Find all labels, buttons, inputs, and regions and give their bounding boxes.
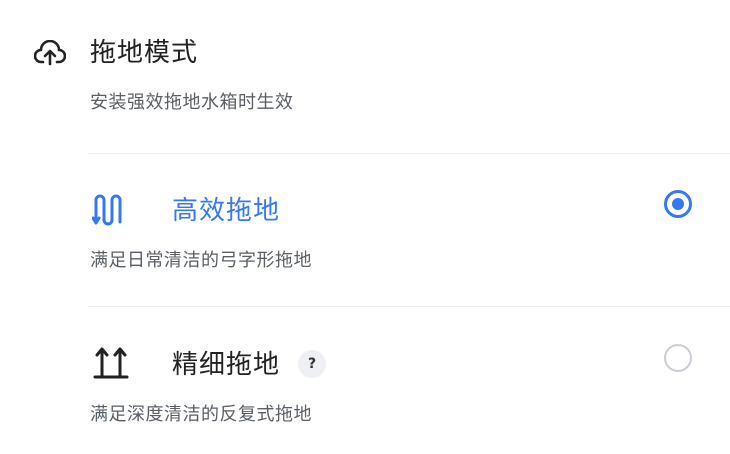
back-and-forth-mop-icon bbox=[92, 344, 130, 380]
radio-selected[interactable] bbox=[664, 190, 692, 218]
section-subtitle: 安装强效拖地水箱时生效 bbox=[90, 92, 294, 113]
help-icon[interactable]: ? bbox=[298, 350, 326, 378]
option-title: 高效拖地 bbox=[172, 196, 281, 226]
option-title: 精细拖地 bbox=[172, 350, 281, 380]
option-fine-mop[interactable] bbox=[0, 307, 730, 454]
cloud-upload-icon bbox=[33, 39, 67, 68]
option-efficient-mop[interactable] bbox=[0, 154, 730, 306]
option-description: 满足日常清洁的弓字形拖地 bbox=[90, 250, 312, 271]
option-description: 满足深度清洁的反复式拖地 bbox=[90, 404, 312, 425]
zigzag-mop-icon bbox=[91, 192, 130, 228]
radio-unselected[interactable] bbox=[664, 344, 692, 372]
section-title: 拖地模式 bbox=[90, 38, 199, 68]
